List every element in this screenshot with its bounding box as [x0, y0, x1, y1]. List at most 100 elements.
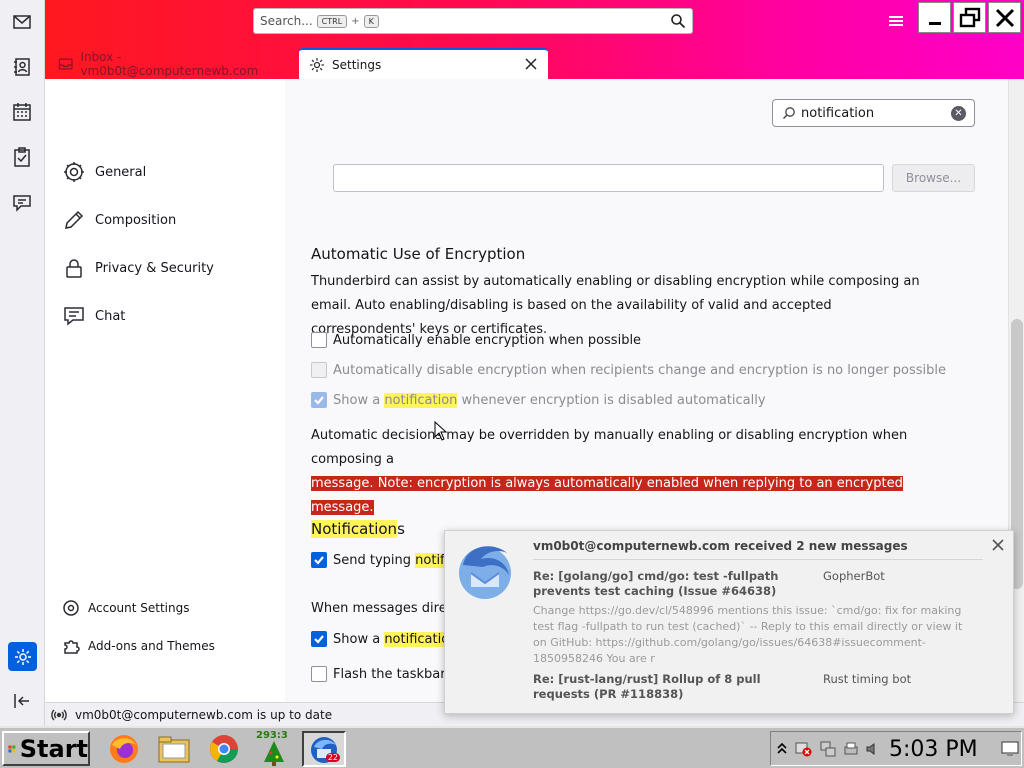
- restore-button[interactable]: [953, 2, 986, 33]
- tab-settings[interactable]: Settings: [299, 48, 548, 79]
- global-search-input[interactable]: Search... CTRL + K: [253, 8, 693, 34]
- notification-divider: [533, 559, 983, 560]
- unread-badge: 22: [325, 753, 340, 762]
- send-typing-notification-option[interactable]: Send typing notifica: [311, 552, 464, 568]
- nav-item-label: General: [95, 164, 147, 180]
- tasks-space-button[interactable]: [10, 145, 34, 169]
- nav-account-settings[interactable]: Account Settings: [62, 599, 189, 617]
- show-disable-notification-label: Show a notification whenever encryption …: [333, 392, 766, 408]
- thunderbird-taskbar-button[interactable]: 22: [302, 731, 346, 767]
- search-value: notification: [801, 105, 875, 121]
- mail-space-button[interactable]: [10, 10, 34, 34]
- close-notification-icon[interactable]: [991, 538, 1005, 552]
- chrome-icon: [210, 735, 238, 763]
- auto-enable-encryption-option[interactable]: Automatically enable encryption when pos…: [311, 332, 641, 348]
- show-desktop-icon[interactable]: [1001, 740, 1019, 758]
- address-book-icon: [14, 58, 30, 76]
- start-button[interactable]: Start: [2, 731, 90, 766]
- account-settings-icon: [63, 600, 79, 616]
- collapse-icon: [14, 694, 29, 708]
- close-tab-icon[interactable]: [524, 57, 538, 71]
- nav-addons-themes[interactable]: Add-ons and Themes: [62, 637, 215, 655]
- nav-item-composition[interactable]: Composition: [63, 209, 176, 231]
- flash-taskbar-checkbox[interactable]: [311, 666, 327, 682]
- address-book-space-button[interactable]: [10, 55, 34, 79]
- minimize-icon: [928, 21, 941, 25]
- notification-title: vm0b0t@computernewb.com received 2 new m…: [533, 539, 908, 553]
- browse-label: Browse...: [905, 171, 962, 185]
- lock-icon: [66, 259, 82, 278]
- settings-space-button[interactable]: [8, 642, 37, 671]
- override-line-2: message. Note: encryption is always auto…: [311, 476, 903, 515]
- close-icon: [995, 8, 1014, 27]
- title-bar: Search... CTRL + K Inbox - vm0b0t@comput…: [0, 0, 1024, 79]
- clear-search-icon[interactable]: ✕: [951, 106, 966, 121]
- message-2-subject[interactable]: Re: [rust-lang/rust] Rollup of 8 pull re…: [533, 672, 803, 702]
- close-window-button[interactable]: [988, 2, 1021, 33]
- search-icon: [783, 107, 795, 119]
- show-hidden-icons-icon[interactable]: [777, 742, 787, 756]
- network-icon[interactable]: [819, 740, 837, 758]
- checkmark-icon: [314, 396, 324, 405]
- auto-disable-checkbox[interactable]: [311, 362, 327, 378]
- override-note: Automatic decisions may be overridden by…: [311, 424, 951, 520]
- counter-label: 293:3: [256, 730, 288, 741]
- app-menu-icon[interactable]: [889, 14, 903, 28]
- minimize-button[interactable]: [918, 2, 951, 33]
- message-1-subject[interactable]: Re: [golang/go] cmd/go: test -fullpath p…: [533, 569, 803, 599]
- search-placeholder: Search...: [260, 14, 313, 28]
- account-settings-label: Account Settings: [88, 601, 190, 615]
- restore-icon: [959, 7, 980, 27]
- encryption-heading: Automatic Use of Encryption: [311, 245, 526, 263]
- show-disable-notification-checkbox[interactable]: [311, 392, 327, 408]
- tasks-icon: [14, 147, 30, 167]
- network-warning-icon[interactable]: [795, 741, 813, 757]
- collapse-spaces-button[interactable]: [10, 689, 34, 713]
- calendar-space-button[interactable]: [10, 100, 34, 124]
- taskbar-clock[interactable]: 5:03 PM: [889, 737, 978, 762]
- folder-icon: [158, 736, 190, 763]
- auto-enable-checkbox[interactable]: [311, 332, 327, 348]
- send-typing-checkbox[interactable]: [311, 552, 327, 568]
- settings-icon: [14, 648, 31, 665]
- chat-space-button[interactable]: [10, 190, 34, 214]
- file-path-field[interactable]: [333, 164, 884, 192]
- nav-item-general[interactable]: General: [63, 161, 146, 183]
- firefox-taskbar-button[interactable]: [104, 731, 144, 767]
- show-disable-notification-option[interactable]: Show a notification whenever encryption …: [311, 392, 766, 408]
- firefox-icon: [110, 735, 138, 763]
- mail-icon: [13, 15, 31, 29]
- calendar-icon: [13, 103, 31, 121]
- show-notification-option[interactable]: Show a notification: [311, 631, 458, 647]
- chat-icon: [13, 195, 31, 212]
- auto-disable-label: Automatically disable encryption when re…: [333, 362, 947, 378]
- nav-item-chat[interactable]: Chat: [63, 305, 125, 327]
- show-notification-checkbox[interactable]: [311, 631, 327, 647]
- chat-icon: [64, 307, 84, 326]
- new-mail-notification[interactable]: vm0b0t@computernewb.com received 2 new m…: [444, 530, 1014, 714]
- shortcut-plus: +: [351, 15, 360, 27]
- start-label: Start: [19, 734, 88, 763]
- auto-enable-label: Automatically enable encryption when pos…: [333, 332, 642, 348]
- checkmark-icon: [314, 635, 324, 644]
- tab-inbox[interactable]: Inbox - vm0b0t@computernewb.com: [50, 48, 295, 79]
- nav-item-label: Composition: [95, 212, 177, 228]
- browse-button[interactable]: Browse...: [892, 164, 975, 192]
- search-icon[interactable]: [670, 13, 686, 29]
- tab-inbox-label: Inbox - vm0b0t@computernewb.com: [80, 49, 259, 78]
- online-status-icon[interactable]: [51, 707, 67, 723]
- gear-icon: [64, 162, 84, 182]
- shortcut-key-ctrl: CTRL: [316, 14, 348, 28]
- chrome-taskbar-button[interactable]: [204, 731, 244, 767]
- settings-search-input[interactable]: notification ✕: [772, 99, 975, 127]
- notifications-heading: Notifications: [311, 520, 405, 538]
- file-explorer-taskbar-button[interactable]: [154, 731, 194, 767]
- windows-flag-icon: [8, 745, 16, 752]
- tree-counter-taskbar-button[interactable]: 293:3: [254, 730, 294, 767]
- nav-item-label: Privacy & Security: [95, 260, 214, 276]
- volume-icon[interactable]: [865, 741, 881, 757]
- nav-item-privacy-security[interactable]: Privacy & Security: [63, 257, 214, 279]
- auto-disable-encryption-option[interactable]: Automatically disable encryption when re…: [311, 362, 946, 378]
- thunderbird-logo-icon: [459, 546, 511, 599]
- printer-icon[interactable]: [843, 741, 859, 757]
